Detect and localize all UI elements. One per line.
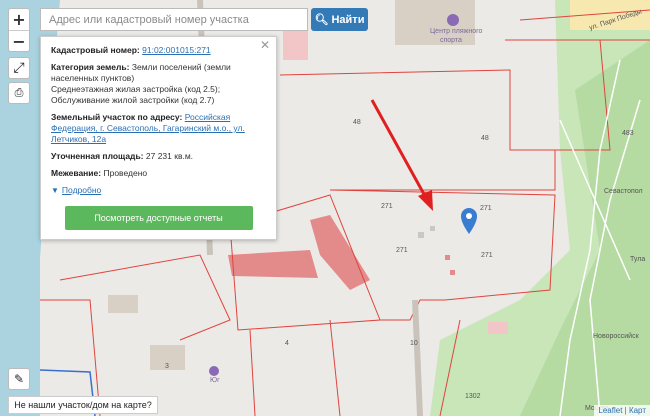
parcel-label-271b: 271 xyxy=(480,205,492,212)
parcel-label-48b: 48 xyxy=(481,135,489,142)
label-sport-center-2: спорта xyxy=(440,37,462,44)
ruler-button[interactable]: ✎ xyxy=(8,368,30,390)
parcel-label-483: 483 xyxy=(622,130,634,137)
zoom-in-button[interactable]: + xyxy=(9,9,29,30)
survey-label: Межевание: xyxy=(51,168,102,178)
sport-center-icon[interactable] xyxy=(447,14,459,26)
use-row-2: Обслуживание жилой застройки (код 2.7) xyxy=(51,95,215,105)
parcel-info-panel: ✕ Кадастровый номер: 91:02:001015:271 Ка… xyxy=(40,36,277,240)
address-label: Земельный участок по адресу: xyxy=(51,112,183,122)
search-icon: 🔍︎ xyxy=(314,14,329,26)
address-row: Земельный участок по адресу: Российская … xyxy=(51,112,266,145)
yug-poi-icon[interactable] xyxy=(209,366,219,376)
area-label: Уточненная площадь: xyxy=(51,151,144,161)
close-icon[interactable]: ✕ xyxy=(260,39,270,51)
attribution[interactable]: Leaflet | Карт xyxy=(594,405,650,416)
parcel-label-271d: 271 xyxy=(481,252,493,259)
details-label: Подробно xyxy=(61,185,102,195)
parcel-label-271a: 271 xyxy=(381,203,393,210)
label-sevastopol: Севастопол xyxy=(604,188,643,195)
search-input[interactable] xyxy=(40,8,308,31)
printer-icon: ⎙ xyxy=(14,86,24,99)
use-row-1: Среднеэтажная жилая застройка (код 2.5); xyxy=(51,84,221,94)
parcel-label-48a: 48 xyxy=(353,119,361,126)
cadastral-label: Кадастровый номер: xyxy=(51,45,140,55)
category-row: Категория земель: Земли поселений (земли… xyxy=(51,62,266,84)
cadastral-link[interactable]: 91:02:001015:271 xyxy=(142,45,211,55)
parcel-label-3: 3 xyxy=(165,363,169,370)
parcel-label-10: 10 xyxy=(410,340,418,347)
cadastral-row: Кадастровый номер: 91:02:001015:271 xyxy=(51,45,266,56)
label-tula: Тула xyxy=(630,256,645,263)
chevron-down-icon: ▼ xyxy=(51,186,59,195)
survey-row: Межевание: Проведено xyxy=(51,168,266,179)
search-button-label: Найти xyxy=(331,13,365,26)
fullscreen-button[interactable]: ⤢ xyxy=(8,57,30,79)
not-found-button[interactable]: Не нашли участок/дом на карте? xyxy=(8,396,158,414)
label-novorossiysk: Новороссийск xyxy=(593,332,640,340)
survey-value: Проведено xyxy=(103,168,148,178)
expand-icon: ⤢ xyxy=(13,60,25,76)
parcel-label-4: 4 xyxy=(285,340,289,347)
view-reports-button[interactable]: Посмотреть доступные отчеты xyxy=(64,206,253,230)
label-yug: Юг xyxy=(210,377,220,384)
area-row: Уточненная площадь: 27 231 кв.м. xyxy=(51,151,266,162)
zoom-controls: + − xyxy=(8,8,30,52)
ruler-icon: ✎ xyxy=(13,372,25,386)
details-toggle[interactable]: ▼ Подробно xyxy=(51,185,266,196)
label-sport-center-1: Центр пляжного xyxy=(430,28,482,35)
category-label: Категория земель: xyxy=(51,62,130,72)
area-value: 27 231 кв.м. xyxy=(145,151,194,161)
search-button[interactable]: 🔍︎ Найти xyxy=(311,8,368,31)
parcel-label-271c: 271 xyxy=(396,247,408,254)
parcel-label-1302: 1302 xyxy=(465,393,481,400)
zoom-out-button[interactable]: − xyxy=(9,30,29,51)
print-button[interactable]: ⎙ xyxy=(8,82,30,104)
